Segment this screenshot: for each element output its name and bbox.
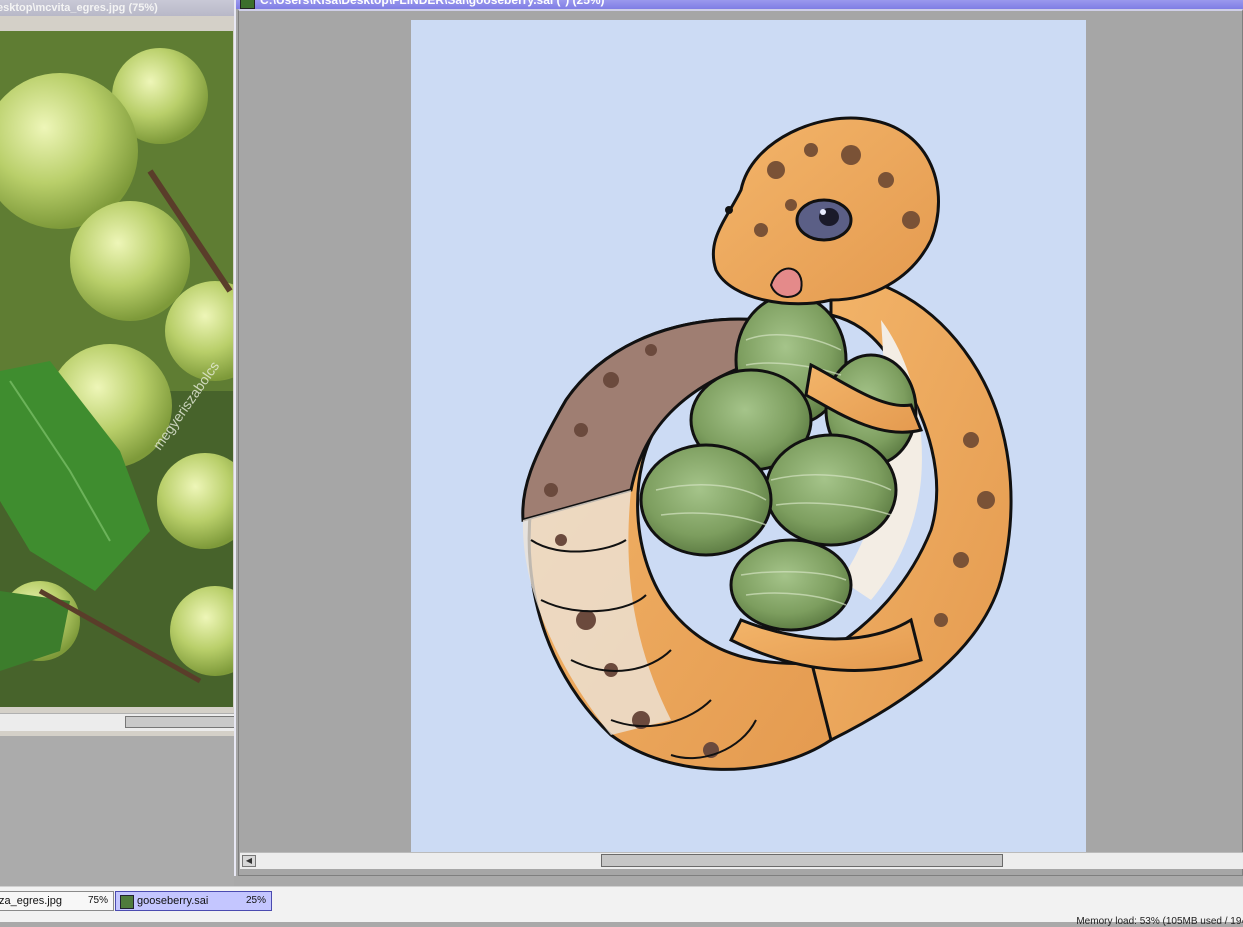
tab-zoom: 25% — [245, 895, 266, 906]
reference-image-window: esktop\mcvita_egres.jpg (75%) megyerisza… — [0, 0, 240, 886]
scroll-left-arrow-icon[interactable]: ◀ — [242, 855, 256, 867]
reference-scroll-thumb[interactable] — [125, 716, 240, 728]
document-tabs-bar: za_egres.jpg 75% gooseberry.sai 25% Memo… — [0, 886, 1243, 927]
drawing-canvas[interactable] — [411, 20, 1086, 852]
tab-gooseberry[interactable]: gooseberry.sai 25% — [115, 891, 272, 911]
tab-filename: gooseberry.sai — [137, 895, 209, 907]
tab-filename: za_egres.jpg — [0, 895, 62, 907]
tab-mcvita-egres[interactable]: za_egres.jpg 75% — [0, 891, 114, 911]
canvas-window-title: C:\Users\Kisa\Desktop\FLINDER\Sai\gooseb… — [260, 0, 605, 7]
tab-zoom: 75% — [87, 895, 108, 906]
empty-workspace — [0, 736, 234, 886]
sai-file-icon — [120, 895, 134, 909]
memory-status: Memory load: 53% (105MB used / 194 — [1076, 916, 1243, 927]
gooseberry-photo[interactable]: megyeriszabolcs — [0, 31, 233, 707]
reference-window-titlebar[interactable]: esktop\mcvita_egres.jpg (75%) — [0, 0, 234, 16]
sai-file-icon — [240, 0, 255, 9]
canvas-window-titlebar[interactable]: C:\Users\Kisa\Desktop\FLINDER\Sai\gooseb… — [236, 0, 1243, 9]
reference-window-title: esktop\mcvita_egres.jpg (75%) — [0, 2, 158, 14]
canvas-scroll-thumb[interactable] — [601, 854, 1003, 867]
canvas-window: C:\Users\Kisa\Desktop\FLINDER\Sai\gooseb… — [234, 0, 1243, 876]
reference-horizontal-scrollbar[interactable] — [0, 713, 240, 731]
canvas-horizontal-scrollbar[interactable]: ◀ — [240, 852, 1243, 869]
